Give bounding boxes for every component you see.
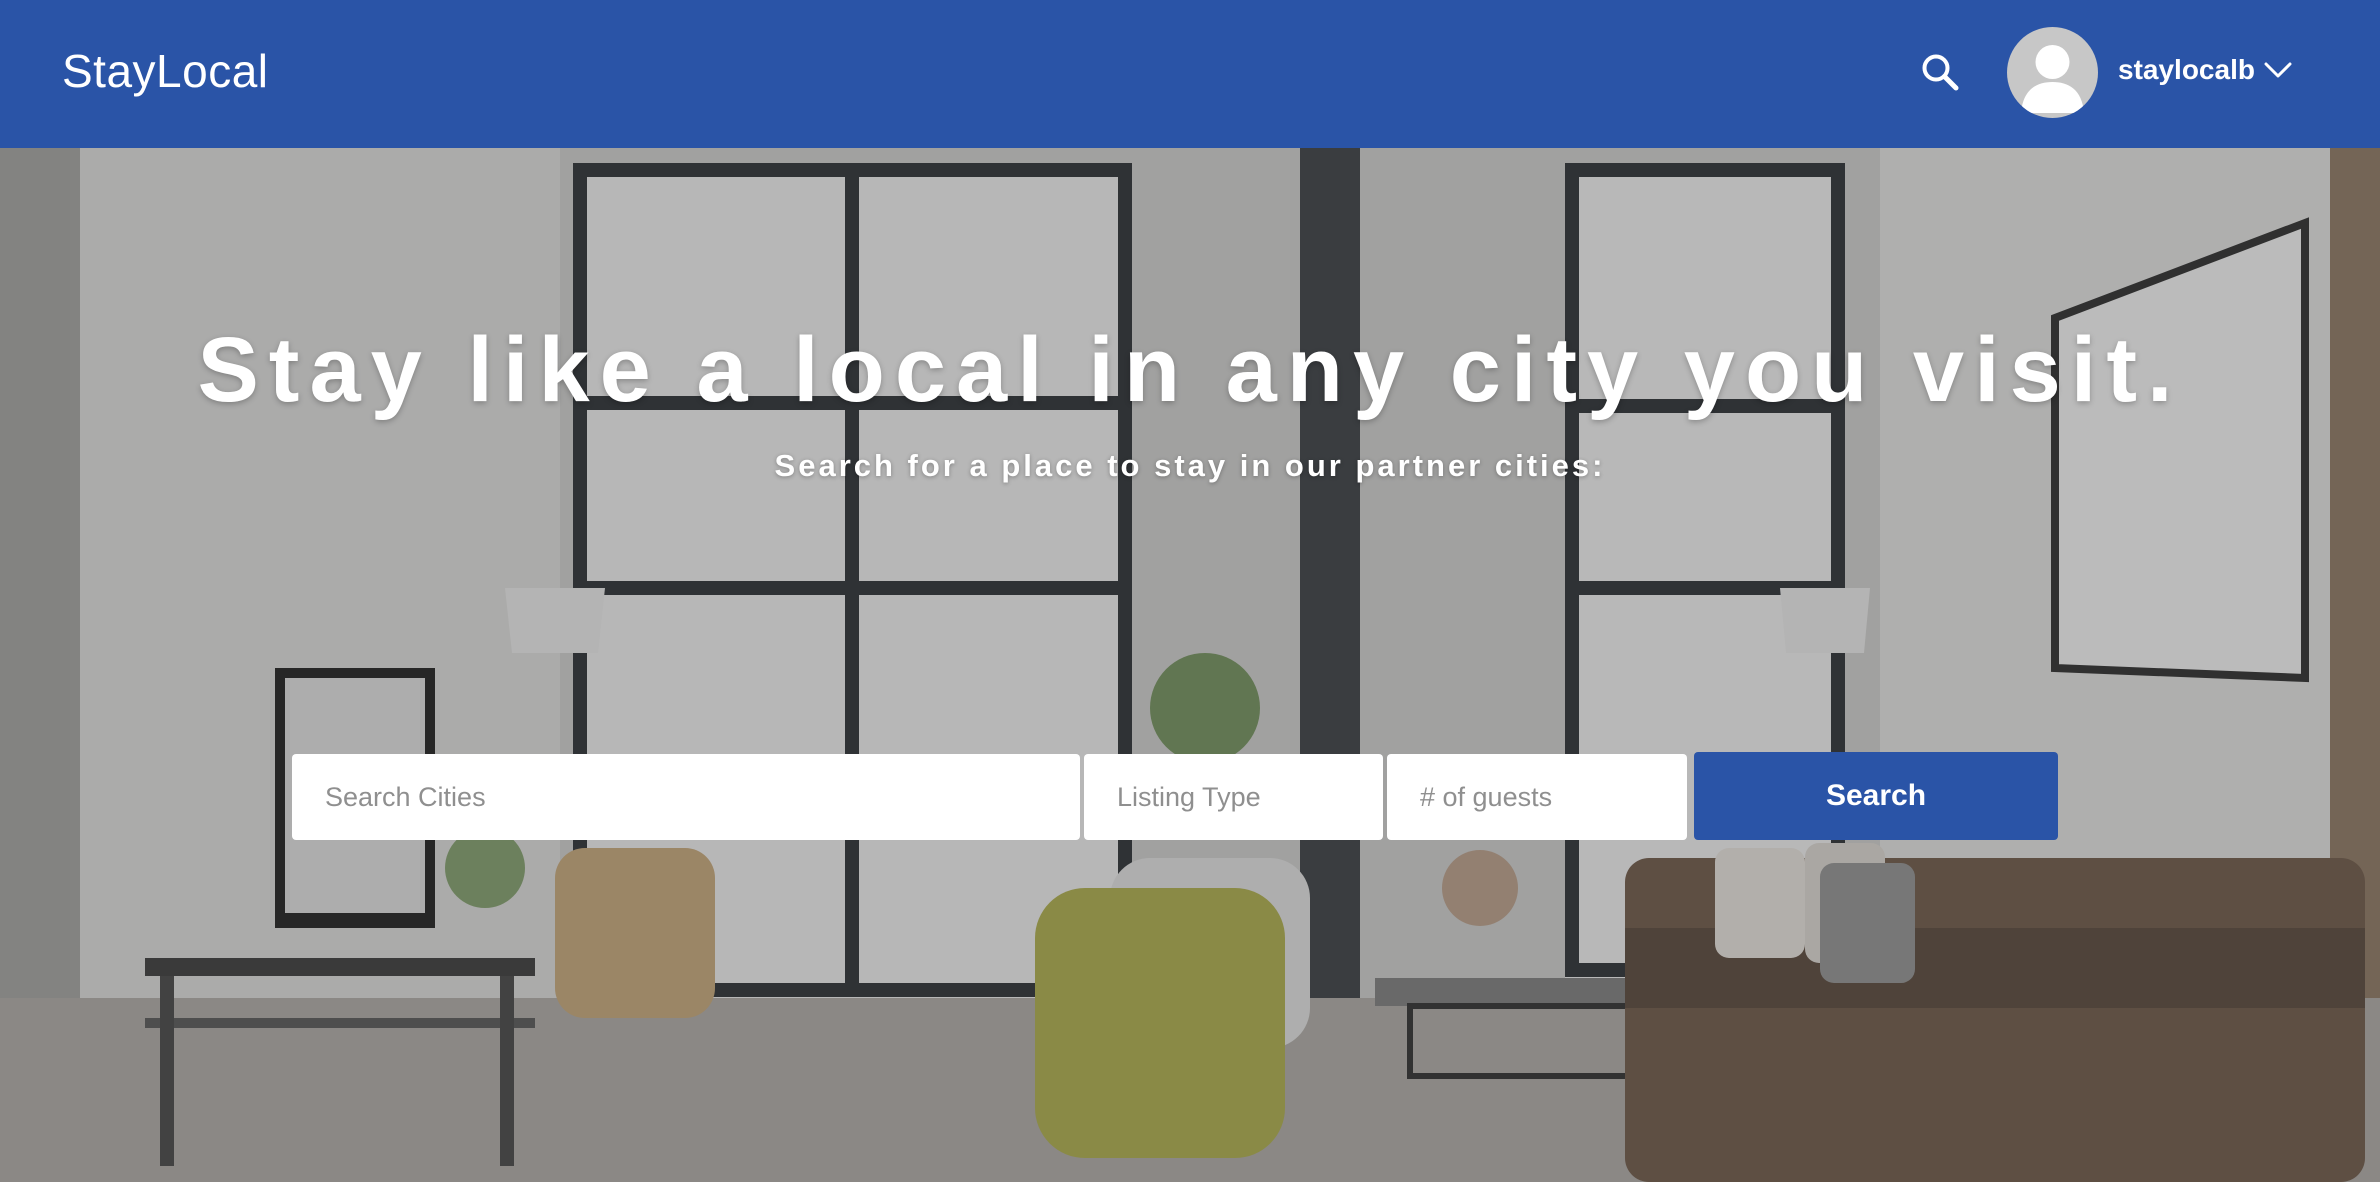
search-icon[interactable] [1918, 50, 1962, 94]
city-search-input[interactable] [292, 754, 1080, 840]
top-navbar: StayLocal staylocalb [0, 0, 2380, 148]
user-avatar-icon[interactable] [2007, 27, 2098, 118]
search-button[interactable]: Search [1694, 752, 2058, 840]
username-label[interactable]: staylocalb [2118, 54, 2255, 86]
avatar-silhouette [2021, 45, 2084, 113]
brand-logo[interactable]: StayLocal [62, 44, 269, 98]
hero-section [0, 148, 2380, 1182]
hero-headline: Stay like a local in any city you visit. [197, 319, 2183, 421]
listing-type-input[interactable] [1084, 754, 1383, 840]
chevron-down-icon[interactable] [2262, 56, 2294, 84]
hero-dim-overlay [0, 148, 2380, 1182]
hero-subheadline: Search for a place to stay in our partne… [774, 448, 1606, 483]
guests-input[interactable] [1387, 754, 1687, 840]
